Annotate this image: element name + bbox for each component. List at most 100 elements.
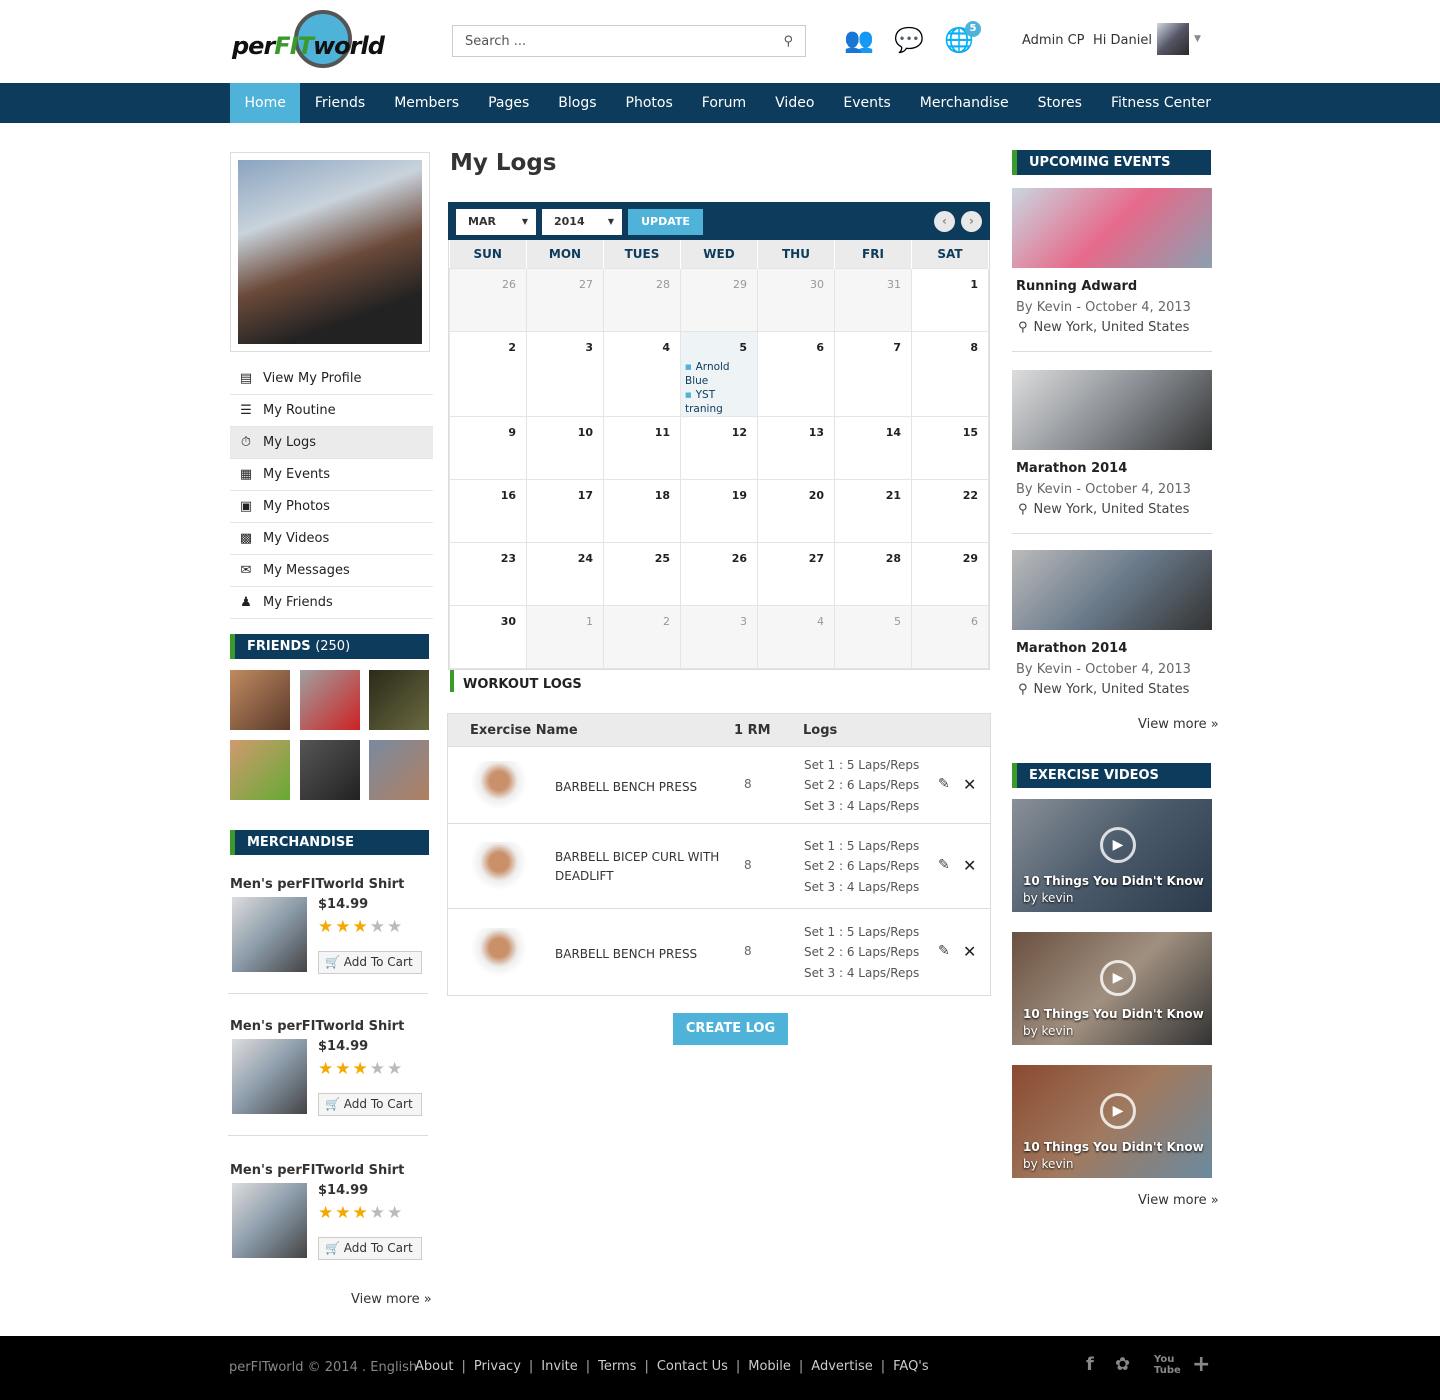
footer-link-terms[interactable]: Terms [598,1359,636,1374]
calendar-day[interactable]: 5 [834,604,912,669]
calendar-day[interactable]: 6 [757,330,835,417]
calendar-day[interactable]: 14 [834,415,912,480]
friend-avatar[interactable] [369,670,429,730]
calendar-day[interactable]: 13 [757,415,835,480]
friend-avatar[interactable] [230,670,290,730]
calendar-day[interactable]: 9 [449,415,527,480]
update-button[interactable]: UPDATE [628,209,703,235]
event-image[interactable] [1012,550,1212,630]
play-icon[interactable]: ▶ [1100,1093,1136,1129]
sidebar-item-my-videos[interactable]: ▩ My Videos [230,523,433,555]
event-image[interactable] [1012,370,1212,450]
calendar-day[interactable]: 27 [757,541,835,606]
nav-merchandise[interactable]: Merchandise [905,83,1023,123]
plus-icon[interactable]: + [1192,1352,1210,1377]
nav-friends[interactable]: Friends [300,83,379,123]
month-select[interactable]: MAR ▼ [456,209,536,235]
merch-image[interactable] [232,1183,307,1258]
merch-view-more-link[interactable]: View more » [351,1292,432,1307]
friend-avatar[interactable] [230,740,290,800]
calendar-day[interactable]: 29 [680,267,758,332]
calendar-day[interactable]: 1 [526,604,604,669]
footer-link-privacy[interactable]: Privacy [474,1359,521,1374]
next-month-button[interactable]: › [961,211,982,232]
sidebar-item-my-routine[interactable]: ☰ My Routine [230,395,433,427]
logo[interactable]: perFITworld [232,10,397,68]
calendar-day[interactable]: 17 [526,478,604,543]
search-input[interactable]: Search ... ⚲ [452,25,806,57]
calendar-day[interactable]: 4 [757,604,835,669]
calendar-day[interactable]: 26 [449,267,527,332]
close-icon[interactable]: ✕ [963,856,976,875]
merch-name[interactable]: Men's perFITworld Shirt [230,877,430,892]
event-title[interactable]: Marathon 2014 [1016,641,1127,656]
nav-events[interactable]: Events [829,83,905,123]
footer-link-mobile[interactable]: Mobile [748,1359,791,1374]
calendar-day[interactable]: 30 [449,604,527,669]
sidebar-item-my-events[interactable]: ▦ My Events [230,459,433,491]
calendar-day[interactable]: 16 [449,478,527,543]
calendar-day[interactable]: 28 [603,267,681,332]
play-icon[interactable]: ▶ [1100,960,1136,996]
pencil-icon[interactable]: ✎ [938,857,950,873]
footer-link-contactus[interactable]: Contact Us [657,1359,728,1374]
sidebar-item-my-messages[interactable]: ✉ My Messages [230,555,433,587]
year-select[interactable]: 2014 ▼ [542,209,622,235]
calendar-day[interactable]: 11 [603,415,681,480]
pencil-icon[interactable]: ✎ [938,776,950,792]
prev-month-button[interactable]: ‹ [934,211,955,232]
nav-stores[interactable]: Stores [1023,83,1096,123]
calendar-day[interactable]: 4 [603,330,681,417]
calendar-day[interactable]: 29 [911,541,989,606]
calendar-event[interactable]: ■ Arnold Blue [685,360,747,388]
calendar-day[interactable]: 5 ■ Arnold Blue ■ YST traning [680,330,758,417]
calendar-day[interactable]: 1 [911,267,989,332]
nav-pages[interactable]: Pages [474,83,544,123]
footer-link-advertise[interactable]: Advertise [811,1359,872,1374]
calendar-day[interactable]: 20 [757,478,835,543]
calendar-day[interactable]: 3 [680,604,758,669]
facebook-icon[interactable]: f [1086,1354,1094,1375]
calendar-day[interactable]: 7 [834,330,912,417]
videos-view-more-link[interactable]: View more » [1138,1193,1219,1208]
event-image[interactable] [1012,188,1212,268]
calendar-day[interactable]: 18 [603,478,681,543]
youtube-icon[interactable]: You Tube [1154,1354,1181,1376]
video-card[interactable]: ▶ 10 Things You Didn't Know by kevin [1012,1065,1212,1178]
calendar-day[interactable]: 6 [911,604,989,669]
calendar-day[interactable]: 31 [834,267,912,332]
profile-photo[interactable] [230,152,430,352]
calendar-day[interactable]: 8 [911,330,989,417]
friend-avatar[interactable] [369,740,429,800]
friend-avatar[interactable] [299,740,360,800]
chevron-down-icon[interactable]: ▼ [1194,34,1201,44]
add-to-cart-button[interactable]: 🛒 Add To Cart [318,951,422,974]
events-view-more-link[interactable]: View more » [1138,717,1219,732]
twitter-icon[interactable]: ✿ [1115,1354,1130,1375]
calendar-event[interactable]: ■ YST traning [685,388,747,416]
sidebar-item-view-my-profile[interactable]: ▤ View My Profile [230,363,433,395]
play-icon[interactable]: ▶ [1100,827,1136,863]
nav-video[interactable]: Video [761,83,829,123]
event-title[interactable]: Marathon 2014 [1016,461,1127,476]
calendar-day[interactable]: 2 [449,330,527,417]
event-title[interactable]: Running Adward [1016,279,1137,294]
add-to-cart-button[interactable]: 🛒 Add To Cart [318,1237,422,1260]
admin-cp-link[interactable]: Admin CP [1022,33,1084,48]
sidebar-item-my-friends[interactable]: ♟ My Friends [230,587,433,619]
friend-avatar[interactable] [299,670,360,730]
nav-blogs[interactable]: Blogs [544,83,611,123]
nav-members[interactable]: Members [380,83,474,123]
close-icon[interactable]: ✕ [963,942,976,961]
footer-link-about[interactable]: About [415,1359,453,1374]
calendar-day[interactable]: 27 [526,267,604,332]
merch-image[interactable] [232,897,307,972]
calendar-day[interactable]: 12 [680,415,758,480]
nav-photos[interactable]: Photos [611,83,687,123]
calendar-day[interactable]: 30 [757,267,835,332]
footer-link-faqs[interactable]: FAQ's [893,1359,929,1374]
calendar-day[interactable]: 23 [449,541,527,606]
footer-link-invite[interactable]: Invite [541,1359,577,1374]
sidebar-item-my-logs[interactable]: ⏱ My Logs [230,427,433,459]
sidebar-item-my-photos[interactable]: ▣ My Photos [230,491,433,523]
